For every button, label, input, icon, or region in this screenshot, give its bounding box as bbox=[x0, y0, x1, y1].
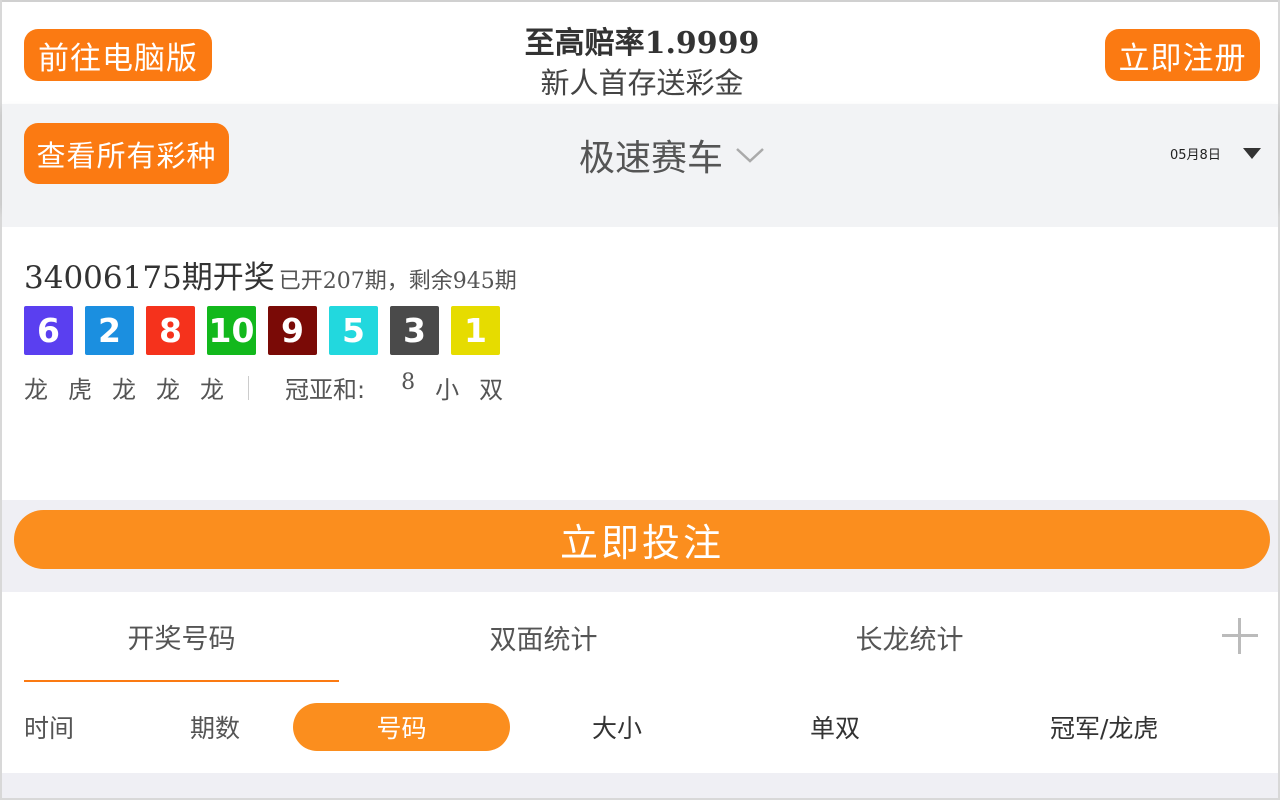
period-title: 34006175期开奖 bbox=[24, 260, 275, 296]
sum-label: 冠亚和: bbox=[285, 376, 366, 404]
game-title: 极速赛车 bbox=[578, 138, 723, 179]
top-header: 前往电脑版 至高赔率1.9999 新人首存送彩金 立即注册 bbox=[2, 0, 1278, 104]
dragon-tiger-2: 虎 bbox=[68, 376, 92, 404]
date-selector[interactable]: 05月8日 bbox=[1170, 144, 1261, 163]
period-info: 已开207期，剩余945期 bbox=[278, 269, 517, 294]
tab-streak-stats[interactable]: 长龙统计 bbox=[752, 592, 1067, 682]
filter-size[interactable]: 大小 bbox=[592, 703, 642, 751]
result-balls: 6 2 8 10 9 5 3 1 bbox=[24, 306, 500, 355]
plus-icon[interactable] bbox=[1222, 618, 1258, 654]
all-lotteries-button[interactable]: 查看所有彩种 bbox=[24, 123, 229, 184]
filter-number[interactable]: 号码 bbox=[293, 703, 510, 751]
bottom-strip bbox=[2, 773, 1278, 800]
filter-bar: 时间 期数 号码 大小 单双 冠军/龙虎 bbox=[2, 684, 1278, 773]
dragon-tiger-4: 龙 bbox=[156, 376, 180, 404]
result-ball: 3 bbox=[390, 306, 439, 355]
place-bet-button[interactable]: 立即投注 bbox=[14, 510, 1270, 569]
separator bbox=[248, 375, 249, 400]
result-ball: 5 bbox=[329, 306, 378, 355]
period-line: 34006175期开奖 已开207期，剩余945期 bbox=[24, 252, 517, 297]
filter-champion-dragon-tiger[interactable]: 冠军/龙虎 bbox=[1050, 703, 1158, 751]
tab-two-sided-stats[interactable]: 双面统计 bbox=[386, 592, 701, 682]
result-ball: 1 bbox=[451, 306, 500, 355]
dragon-tiger-5: 龙 bbox=[200, 376, 224, 404]
bet-strip: 立即投注 bbox=[2, 500, 1278, 592]
sum-parity: 双 bbox=[479, 376, 504, 404]
result-stats: 龙 虎 龙 龙 龙 冠亚和: 8 小 双 bbox=[24, 370, 523, 405]
filter-parity[interactable]: 单双 bbox=[810, 703, 860, 751]
result-panel: 34006175期开奖 已开207期，剩余945期 6 2 8 10 9 5 3 1 龙 虎 … bbox=[2, 227, 1278, 500]
desktop-version-button[interactable]: 前往电脑版 bbox=[24, 29, 212, 81]
result-ball: 9 bbox=[268, 306, 317, 355]
promo-subtitle: 新人首存送彩金 bbox=[540, 66, 744, 100]
register-button[interactable]: 立即注册 bbox=[1105, 29, 1260, 81]
result-ball: 8 bbox=[146, 306, 195, 355]
stats-tabs: 开奖号码 双面统计 长龙统计 bbox=[2, 592, 1278, 685]
game-bar: 查看所有彩种 极速赛车 05月8日 bbox=[2, 104, 1278, 206]
filter-time[interactable]: 时间 bbox=[24, 703, 74, 751]
result-ball: 10 bbox=[207, 306, 256, 355]
filter-period[interactable]: 期数 bbox=[190, 703, 240, 751]
sum-value: 8 bbox=[401, 370, 416, 395]
divider bbox=[2, 206, 1278, 227]
dragon-tiger-1: 龙 bbox=[24, 376, 48, 404]
sum-size: 小 bbox=[435, 376, 460, 404]
result-ball: 6 bbox=[24, 306, 73, 355]
tab-draw-numbers[interactable]: 开奖号码 bbox=[24, 592, 339, 682]
dragon-tiger-3: 龙 bbox=[112, 376, 136, 404]
caret-down-icon bbox=[1242, 148, 1261, 159]
game-selector[interactable]: 极速赛车 bbox=[542, 130, 802, 180]
promo-title: 至高赔率1.9999 bbox=[524, 26, 760, 61]
result-ball: 2 bbox=[85, 306, 134, 355]
date-text: 05月8日 bbox=[1170, 148, 1221, 163]
chevron-down-icon bbox=[736, 148, 764, 163]
